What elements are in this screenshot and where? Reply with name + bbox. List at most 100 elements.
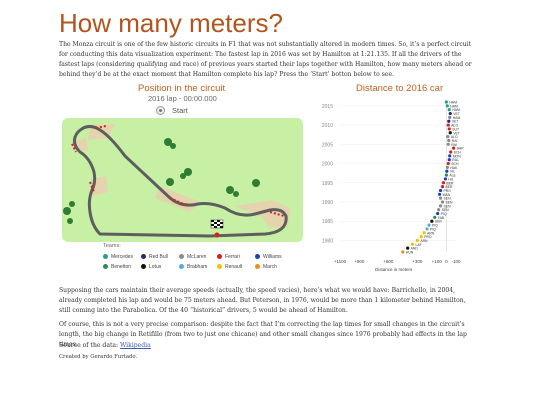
- y-tick-label: 1995: [322, 181, 333, 187]
- data-point: [419, 235, 423, 239]
- data-point: [427, 223, 431, 227]
- x-tick-label: +100: [432, 259, 443, 264]
- data-point: [445, 104, 449, 108]
- data-point: [447, 158, 451, 162]
- legend-label: McLaren: [187, 254, 207, 260]
- x-axis-label: Distance in meters: [375, 267, 413, 272]
- checkered-flag-icon: [210, 219, 224, 229]
- y-tick-label: 2005: [322, 142, 333, 148]
- legend-swatch: [179, 254, 184, 259]
- data-point: [433, 215, 437, 219]
- start-label[interactable]: Start: [172, 106, 188, 115]
- legend-swatch: [217, 254, 222, 259]
- x-axis: +1100 +900 +600 +300 +100 0 -100: [334, 259, 461, 264]
- legend-item: Red Bull: [141, 254, 168, 260]
- legend-item: Lotus: [141, 264, 161, 270]
- data-point: [438, 196, 443, 200]
- data-point: [447, 108, 451, 112]
- data-point: [444, 173, 448, 177]
- y-tick-label: 2010: [322, 123, 333, 129]
- data-point: [401, 250, 405, 254]
- data-point: [447, 127, 451, 131]
- data-point: [448, 115, 452, 119]
- data-point: [422, 231, 426, 235]
- wikipedia-link[interactable]: Wikipedia: [120, 342, 151, 349]
- data-point: [410, 242, 415, 246]
- data-point: [446, 142, 450, 146]
- data-point: [447, 138, 451, 143]
- chart-grid: [340, 102, 457, 252]
- circuit-map: [62, 118, 303, 242]
- legend-swatch: [103, 254, 108, 259]
- y-axis: 1980 1985 1990 1995 2000 2005 2010 2015: [322, 104, 333, 245]
- data-point: [438, 204, 443, 208]
- x-tick-label: +600: [383, 259, 394, 264]
- data-point: [406, 246, 410, 250]
- legend-item: McLaren: [179, 254, 206, 260]
- legend-swatch: [179, 264, 184, 269]
- data-point: [436, 211, 440, 216]
- legend-item: Renault: [217, 264, 242, 270]
- legend-label: Lotus: [149, 264, 162, 270]
- x-tick-label: -100: [452, 259, 462, 264]
- legend-label: March: [263, 264, 277, 270]
- legend-swatch: [141, 254, 146, 259]
- legend-item: March: [255, 264, 277, 270]
- data-point: [445, 165, 449, 169]
- data-point: [446, 161, 450, 166]
- legend-label: Benetton: [111, 264, 132, 270]
- data-point: [437, 192, 442, 196]
- legend-label: Mercedes: [111, 254, 133, 260]
- credit-line: Created by Gerardo Furtado.: [59, 354, 138, 360]
- legend-item: Williams: [255, 254, 282, 260]
- data-point: [444, 100, 448, 104]
- data-point: [425, 227, 429, 231]
- data-point-label: HUN: [406, 251, 414, 255]
- data-point: [448, 131, 452, 135]
- y-tick-label: 1990: [322, 200, 333, 206]
- legend-label: Ferrari: [225, 254, 240, 260]
- data-point: [445, 169, 449, 173]
- legend-swatch: [103, 264, 108, 269]
- y-tick-label: 2015: [322, 104, 333, 110]
- x-tick-label: +900: [354, 259, 365, 264]
- page-title: How many meters?: [59, 8, 283, 38]
- source-prefix: Source of the data:: [59, 342, 121, 349]
- data-point: [441, 181, 446, 185]
- distance-chart: 1980 1985 1990 1995 2000 2005 2010 2015 +1100 +9…: [322, 100, 464, 264]
- legend-label: Red Bull: [149, 254, 168, 260]
- legend-item: Brabham: [179, 264, 207, 270]
- legend-item: Ferrari: [217, 254, 240, 260]
- legend-label: Williams: [263, 254, 282, 260]
- data-points: HAMHAMHAMVETHAMVETALOSUTVETALORAIRAIBARS…: [401, 100, 464, 255]
- chart-heading: Distance to 2016 car: [356, 83, 444, 94]
- data-point: [430, 219, 434, 223]
- legend-swatch: [217, 264, 222, 269]
- legend-swatch: [141, 264, 146, 269]
- data-point: [440, 200, 445, 204]
- data-point: [446, 123, 450, 127]
- data-point: [415, 238, 419, 243]
- legend-item: Benetton: [103, 264, 131, 270]
- data-point: [448, 154, 452, 158]
- y-tick-label: 1980: [322, 238, 333, 244]
- x-tick-label: +300: [412, 259, 423, 264]
- car-marker: [214, 232, 220, 238]
- y-tick-label: 1985: [322, 219, 333, 225]
- legend-label: Renault: [225, 264, 243, 270]
- data-point: [438, 188, 443, 193]
- data-point: [443, 177, 447, 181]
- circuit-heading: Position in the circuit: [138, 83, 226, 94]
- teams-legend-title: Teams:: [103, 243, 121, 249]
- legend-swatch: [255, 264, 260, 269]
- y-tick-label: 2000: [322, 162, 333, 168]
- data-point: [448, 111, 452, 116]
- legend-item: Mercedes: [103, 254, 133, 260]
- x-tick-label: +1100: [334, 259, 347, 264]
- source-line: Source of the data: Wikipedia: [59, 342, 151, 349]
- body-paragraph-1: Supposing the cars maintain their averag…: [59, 287, 466, 314]
- lap-timer: 2016 lap - 00:00.000: [148, 94, 217, 103]
- legend-label: Brabham: [187, 264, 208, 270]
- data-point: [449, 150, 453, 154]
- start-radio-button[interactable]: [156, 106, 165, 115]
